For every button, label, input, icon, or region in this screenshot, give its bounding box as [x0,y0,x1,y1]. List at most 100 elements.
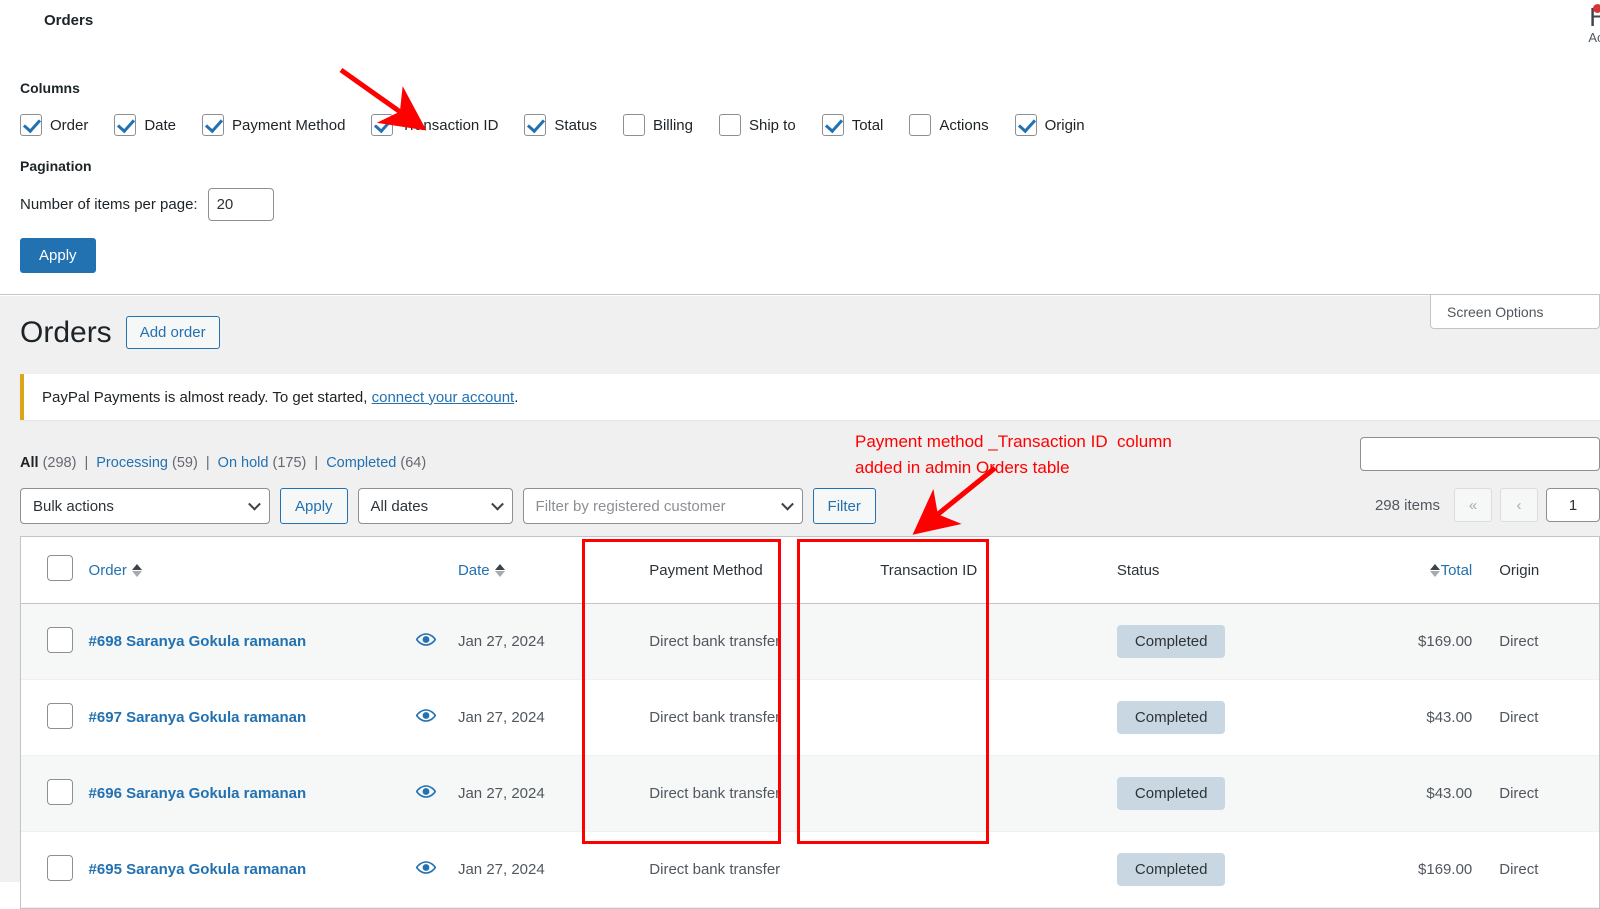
column-toggle-ship-to[interactable]: Ship to [718,114,796,136]
columns-checkbox-list: Order Date Payment Method Transaction ID… [20,114,1111,136]
admin-orders-page: Orders Add order PayPal Payments is almo… [0,296,1600,909]
row-transaction-id-cell [843,679,1066,756]
eye-icon[interactable] [416,784,437,799]
screen-options-apply-button[interactable]: Apply [20,238,96,273]
search-orders-input[interactable] [1361,438,1599,470]
connect-account-link[interactable]: connect your account [372,389,515,406]
checkbox-icon[interactable] [524,114,547,136]
header-order[interactable]: Order [88,537,395,604]
row-payment-method-cell: Direct bank transfer [616,603,844,680]
row-origin-cell: Direct [1472,603,1599,680]
row-origin-cell: Direct [1472,755,1599,832]
row-preview-cell [394,679,458,756]
checkbox-icon[interactable] [20,114,42,136]
row-select-cell [21,831,89,908]
column-toggle-total[interactable]: Total [821,114,883,136]
prev-page-button[interactable]: ‹ [1500,488,1538,522]
sort-indicator-icon [1429,563,1441,578]
checkbox-icon[interactable] [821,114,844,136]
row-total-cell: $169.00 [1335,831,1473,908]
status-link-all[interactable]: All [20,455,39,471]
checkbox-icon[interactable] [718,114,741,136]
status-filter-links: All (298) | Processing (59) | On hold (1… [20,455,426,471]
row-checkbox[interactable] [47,702,73,729]
search-orders-box[interactable] [1360,437,1600,471]
chevron-down-icon [248,497,261,511]
separator: | [205,455,210,471]
eye-icon[interactable] [416,860,437,875]
status-link-on-hold[interactable]: On hold [218,455,269,471]
column-toggle-label: Actions [939,116,989,134]
filter-button[interactable]: Filter [812,488,876,524]
actions-tab-partial[interactable]: Acti [1588,30,1600,45]
checkbox-icon[interactable] [1014,114,1037,136]
screen-options-panel: Orders H Acti Columns Order Date Payment… [0,0,1600,295]
column-toggle-transaction-id[interactable]: Transaction ID [371,114,498,136]
checkbox-icon[interactable] [371,114,394,136]
row-status-cell: Completed [1065,679,1336,756]
eye-icon[interactable] [416,632,437,647]
status-badge: Completed [1116,625,1226,658]
current-page-input[interactable]: 1 [1546,488,1600,522]
column-toggle-status[interactable]: Status [524,114,597,136]
orders-table-head: Order Date Payment Method Transaction ID… [21,537,1599,604]
column-toggle-billing[interactable]: Billing [622,114,693,136]
notice-text: PayPal Payments is almost ready. To get … [42,389,518,406]
row-status-cell: Completed [1065,603,1336,680]
column-toggle-label: Ship to [748,116,796,134]
status-link-completed[interactable]: Completed [326,455,396,471]
row-date-cell: Jan 27, 2024 [457,755,617,832]
bulk-actions-select[interactable]: Bulk actions [20,488,270,524]
row-payment-method-cell: Direct bank transfer [616,679,844,756]
header-order-label[interactable]: Order [89,562,127,579]
per-page-input[interactable] [207,188,274,221]
add-order-button[interactable]: Add order [125,316,220,349]
bulk-apply-button[interactable]: Apply [280,488,348,524]
checkbox-icon[interactable] [622,114,645,136]
customer-filter-select[interactable]: Filter by registered customer [522,488,803,524]
column-toggle-actions[interactable]: Actions [909,114,989,136]
orders-table: Order Date Payment Method Transaction ID… [21,537,1599,908]
row-checkbox[interactable] [47,854,73,881]
table-toolbar: Bulk actions Apply All dates Filter by r… [20,488,876,524]
columns-section-label: Columns [20,80,80,96]
column-toggle-payment-method[interactable]: Payment Method [202,114,345,136]
status-link-processing[interactable]: Processing [96,455,168,471]
row-checkbox[interactable] [47,778,73,805]
row-preview-cell [394,603,458,680]
order-link[interactable]: #696 Saranya Gokula ramanan [89,785,307,802]
header-date[interactable]: Date [457,537,617,604]
column-toggle-order[interactable]: Order [20,114,88,136]
header-total[interactable]: Total [1335,537,1473,604]
header-date-label[interactable]: Date [458,562,490,579]
row-select-cell [21,603,89,680]
column-toggle-date[interactable]: Date [114,114,176,136]
screen-options-tab[interactable]: Screen Options [1430,295,1600,329]
first-page-button[interactable]: « [1454,488,1492,522]
orders-table-wrapper: Order Date Payment Method Transaction ID… [20,536,1600,909]
order-link[interactable]: #698 Saranya Gokula ramanan [89,633,307,650]
row-checkbox[interactable] [47,626,73,653]
status-badge: Completed [1116,777,1226,810]
order-link[interactable]: #695 Saranya Gokula ramanan [89,861,307,878]
notice-text-after: . [514,388,519,406]
column-toggle-label: Status [554,116,597,134]
column-toggle-origin[interactable]: Origin [1014,114,1085,136]
sort-indicator-icon [131,563,143,578]
row-transaction-id-cell [843,603,1066,680]
checkbox-icon[interactable] [202,114,225,136]
header-payment-method-label: Payment Method [649,561,763,579]
row-preview-cell [394,755,458,832]
checkbox-icon[interactable] [909,114,932,136]
order-link[interactable]: #697 Saranya Gokula ramanan [89,709,307,726]
chevron-down-icon [780,497,794,511]
header-payment-method: Payment Method [616,537,844,604]
checkbox-icon[interactable] [114,114,137,136]
date-filter-select[interactable]: All dates [357,488,513,524]
eye-icon[interactable] [416,708,437,723]
per-page-row: Number of items per page: [20,188,274,221]
select-all-checkbox[interactable] [47,555,73,581]
select-all-header [21,537,89,604]
header-total-label[interactable]: Total [1441,562,1473,579]
orders-table-body: #698 Saranya Gokula ramanan Jan 27, 2024… [21,603,1599,908]
